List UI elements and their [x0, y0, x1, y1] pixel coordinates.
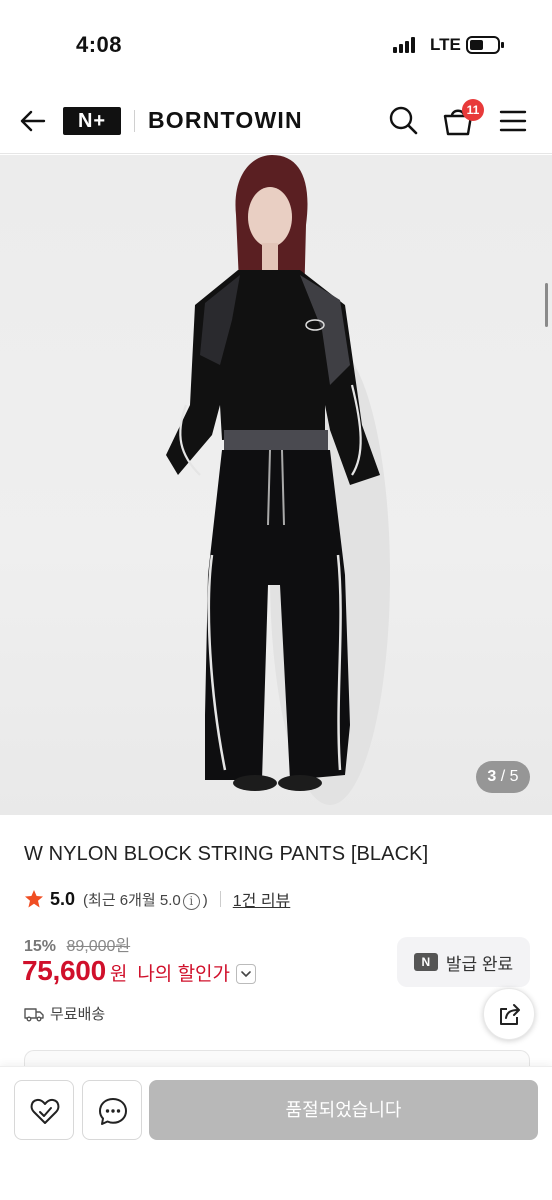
brand-name[interactable]: BORNTOWIN — [148, 107, 303, 134]
price-unit: 원 — [109, 964, 128, 985]
my-discount-label: 나의 할인가 — [137, 964, 231, 985]
coupon-button[interactable]: N 발급 완료 — [397, 937, 530, 987]
sale-price: 75,600 — [22, 955, 106, 986]
rating-divider — [219, 891, 221, 907]
chevron-down-icon[interactable] — [236, 964, 257, 984]
truck-icon — [24, 1007, 44, 1021]
signal-icon — [393, 37, 419, 53]
scroll-indicator — [545, 283, 548, 327]
wish-button[interactable] — [14, 1080, 74, 1140]
image-counter: 3 / 5 — [476, 761, 530, 793]
model-photo — [166, 155, 390, 805]
discount-row: 15% 89,000원 — [24, 932, 130, 956]
chat-button[interactable] — [82, 1080, 142, 1140]
rating-score: 5.0 — [50, 888, 76, 909]
share-button[interactable] — [483, 988, 535, 1040]
info-icon[interactable]: i — [182, 892, 200, 910]
heart-icon — [30, 1098, 60, 1124]
shipping-label: 무료배송 — [50, 1006, 106, 1023]
rating-row: 5.0 (최근 6개월 5.0 i) 1건 리뷰 — [24, 886, 290, 912]
network-label: LTE — [430, 35, 461, 54]
menu-icon[interactable] — [498, 106, 528, 136]
logo-badge[interactable]: N+ — [63, 107, 121, 135]
bottom-action-bar: 품절되었습니다 — [0, 1066, 552, 1200]
price-row: 75,600 원 나의 할인가 — [22, 955, 257, 987]
status-time: 4:08 — [76, 32, 123, 57]
logo-divider — [134, 110, 135, 132]
search-icon[interactable] — [387, 104, 419, 136]
naver-n-icon: N — [413, 953, 438, 971]
share-icon — [500, 1004, 520, 1025]
app-header: N+ BORNTOWIN 11 — [0, 90, 552, 154]
shipping-row: 무료배송 — [24, 1003, 105, 1024]
coupon-label: 발급 완료 — [445, 954, 514, 974]
review-link[interactable]: 1건 리뷰 — [233, 887, 291, 911]
product-image[interactable]: 3 / 5 — [0, 155, 552, 815]
cart-count-badge: 11 — [462, 99, 484, 121]
discount-rate: 15% — [24, 938, 57, 955]
soldout-button[interactable]: 품절되었습니다 — [149, 1080, 538, 1140]
back-arrow-icon[interactable] — [18, 106, 48, 136]
chat-bubble-icon — [99, 1098, 127, 1125]
battery-icon — [466, 36, 504, 54]
star-icon — [25, 890, 43, 908]
original-price: 89,000원 — [66, 938, 131, 955]
status-bar: 4:08 LTE — [0, 0, 552, 90]
product-title: W NYLON BLOCK STRING PANTS [BLACK] — [24, 843, 429, 865]
rating-detail: (최근 6개월 5.0 i) — [83, 891, 208, 910]
